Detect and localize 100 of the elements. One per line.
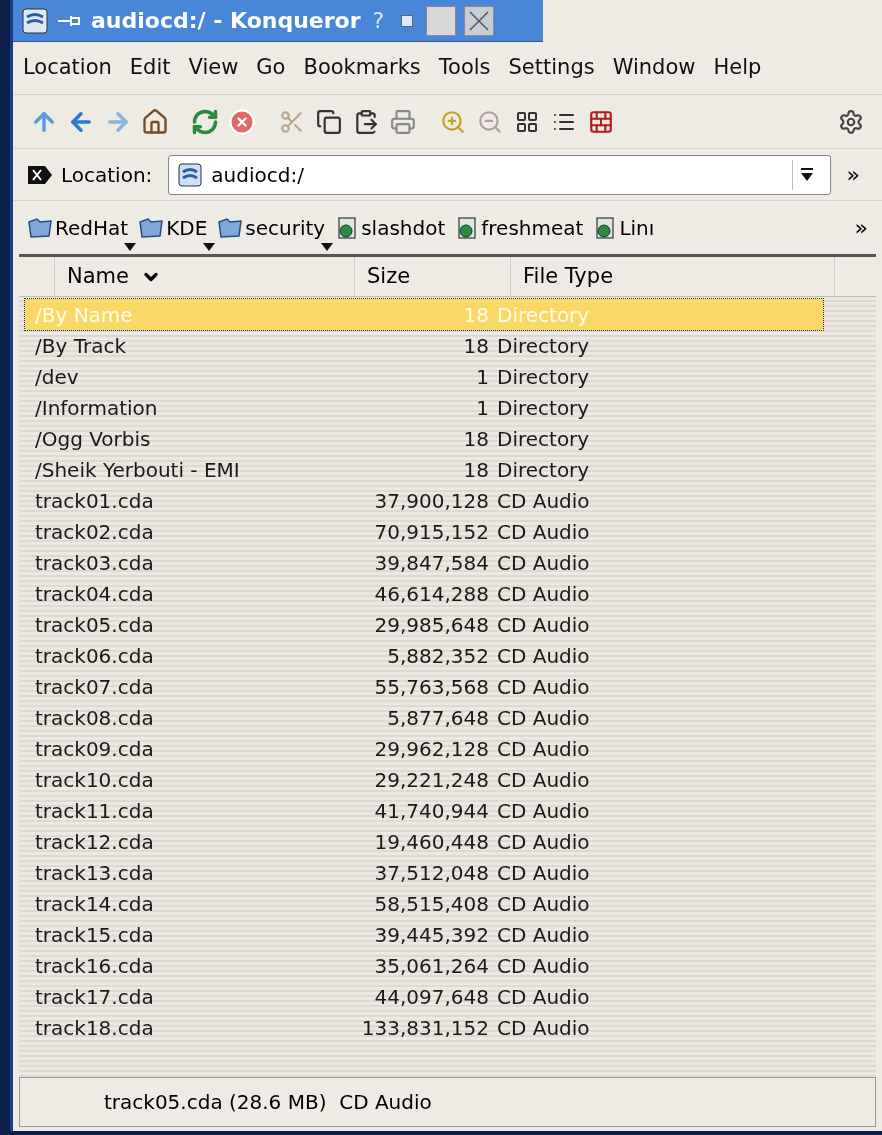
size-cell-text: 5,882,352 — [386, 642, 489, 670]
file-row[interactable]: track10.cda 29,221,248 CD Audio — [25, 764, 823, 795]
file-row[interactable]: track15.cda 39,445,392 CD Audio — [25, 919, 823, 950]
file-row[interactable]: /dev 1 Directory — [25, 361, 823, 392]
size-cell-text: 19,460,448 — [373, 828, 489, 856]
menu-item[interactable]: View — [188, 52, 239, 84]
name-cell-text: track10.cda — [34, 766, 155, 794]
name-cell-text: /Information — [34, 394, 159, 422]
name-cell-text: track12.cda — [34, 828, 155, 856]
type-cell-text: CD Audio — [496, 704, 590, 732]
name-cell-text: track06.cda — [34, 642, 155, 670]
type-cell-text: CD Audio — [496, 487, 590, 515]
menu-item[interactable]: Window — [612, 52, 696, 84]
file-row[interactable]: track07.cda 55,763,568 CD Audio — [25, 671, 823, 702]
size-cell-text: 18 — [462, 332, 489, 360]
file-row[interactable]: track06.cda 5,882,352 CD Audio — [25, 640, 823, 671]
type-cell-text: CD Audio — [496, 766, 590, 794]
menu-item[interactable]: Tools — [438, 52, 491, 84]
size-cell-text: 37,900,128 — [373, 487, 489, 515]
file-row[interactable]: track16.cda 35,061,264 CD Audio — [25, 950, 823, 981]
name-cell-text: track05.cda — [34, 611, 155, 639]
bookmark-button[interactable]: KDE — [138, 212, 208, 243]
menu-item[interactable]: Settings — [508, 52, 595, 84]
more-button[interactable]: » — [838, 158, 868, 191]
file-row[interactable]: track12.cda 19,460,448 CD Audio — [25, 826, 823, 857]
status-text: track05.cda (28.6 MB) CD Audio — [104, 1089, 432, 1116]
file-row[interactable]: /Sheik Yerbouti - EMI 18 Directory — [25, 454, 823, 485]
size-cell-text: 1 — [475, 363, 489, 391]
file-row[interactable]: track08.cda 5,877,648 CD Audio — [25, 702, 823, 733]
type-cell-text: CD Audio — [496, 673, 590, 701]
type-cell-text: Directory — [496, 394, 590, 422]
name-cell-text: track09.cda — [34, 735, 155, 763]
type-cell-text: CD Audio — [496, 580, 590, 608]
menu-item[interactable]: Location — [23, 52, 112, 84]
type-cell-text: CD Audio — [496, 890, 590, 918]
name-cell-text: /Sheik Yerbouti - EMI — [34, 456, 241, 484]
size-cell-text: 39,847,584 — [373, 549, 489, 577]
location-value: audiocd:/ — [211, 161, 305, 189]
file-row[interactable]: track11.cda 41,740,944 CD Audio — [25, 795, 823, 826]
type-cell-text: CD Audio — [496, 797, 590, 825]
file-row[interactable]: track17.cda 44,097,648 CD Audio — [25, 981, 823, 1012]
type-cell-text: CD Audio — [496, 549, 590, 577]
size-cell-text: 58,515,408 — [373, 890, 489, 918]
file-row[interactable]: track05.cda 29,985,648 CD Audio — [25, 609, 823, 640]
size-cell-text: 18 — [462, 301, 489, 329]
size-cell-text: 35,061,264 — [373, 952, 489, 980]
type-cell-text: CD Audio — [496, 859, 590, 887]
name-cell-text: track03.cda — [34, 549, 155, 577]
file-row[interactable]: track04.cda 46,614,288 CD Audio — [25, 578, 823, 609]
size-cell-text: 133,831,152 — [360, 1014, 489, 1042]
bookmark-button[interactable]: slashdot — [335, 212, 446, 243]
folder-icon — [27, 216, 53, 239]
dropdown-icon — [800, 166, 815, 183]
type-cell-text: Directory — [496, 332, 590, 360]
menu-item[interactable]: Bookmarks — [303, 52, 421, 84]
clear-location-icon[interactable] — [27, 164, 53, 185]
bookmark-button[interactable]: freshmeat — [455, 212, 584, 243]
type-cell-text: CD Audio — [496, 735, 590, 763]
bookmark-button[interactable]: RedHat — [27, 212, 129, 243]
column-header[interactable]: Name — [55, 257, 355, 296]
file-row[interactable]: /Information 1 Directory — [25, 392, 823, 423]
close-button[interactable] — [464, 5, 495, 36]
name-cell-text: track13.cda — [34, 859, 155, 887]
file-row[interactable]: /Ogg Vorbis 18 Directory — [25, 423, 823, 454]
pin-icon[interactable] — [57, 13, 83, 28]
dropdown-icon — [321, 242, 334, 251]
name-cell-text: /dev — [34, 363, 80, 391]
size-cell-text: 29,221,248 — [373, 766, 489, 794]
column-header[interactable]: Size — [355, 257, 511, 296]
bookmark-button[interactable]: Linı — [593, 212, 655, 243]
name-cell-text: /By Name — [34, 301, 134, 329]
size-cell-text: 18 — [462, 425, 489, 453]
type-cell-text: CD Audio — [496, 642, 590, 670]
size-cell-text: 39,445,392 — [373, 921, 489, 949]
file-row[interactable]: track01.cda 37,900,128 CD Audio — [25, 485, 823, 516]
file-row[interactable]: track02.cda 70,915,152 CD Audio — [25, 516, 823, 547]
file-row[interactable]: track03.cda 39,847,584 CD Audio — [25, 547, 823, 578]
location-field[interactable]: audiocd:/ — [168, 154, 831, 195]
file-row[interactable]: track18.cda 133,831,152 CD Audio — [25, 1012, 823, 1043]
close-icon — [468, 9, 491, 32]
file-row[interactable]: track13.cda 37,512,048 CD Audio — [25, 857, 823, 888]
name-cell-text: track16.cda — [34, 952, 155, 980]
folder-icon — [217, 216, 244, 239]
folder-icon — [138, 216, 165, 239]
type-cell-text: CD Audio — [496, 518, 590, 546]
menu-item[interactable]: Edit — [129, 52, 171, 84]
bookmark-button[interactable]: security — [217, 212, 326, 243]
menu-item[interactable]: Help — [713, 52, 762, 84]
size-cell-text: 1 — [475, 394, 489, 422]
maximize-button[interactable] — [426, 5, 457, 36]
column-header[interactable]: File Type — [511, 257, 835, 296]
file-row[interactable]: track09.cda 29,962,128 CD Audio — [25, 733, 823, 764]
file-row[interactable]: track14.cda 58,515,408 CD Audio — [25, 888, 823, 919]
menu-item[interactable]: Go — [256, 52, 286, 84]
type-cell-text: Directory — [496, 425, 590, 453]
size-cell-text: 5,877,648 — [386, 704, 489, 732]
file-row[interactable]: /By Track 18 Directory — [25, 330, 823, 361]
size-cell-text: 46,614,288 — [373, 580, 489, 608]
window-menu-icon[interactable] — [21, 6, 49, 35]
name-cell-text: track18.cda — [34, 1014, 155, 1042]
